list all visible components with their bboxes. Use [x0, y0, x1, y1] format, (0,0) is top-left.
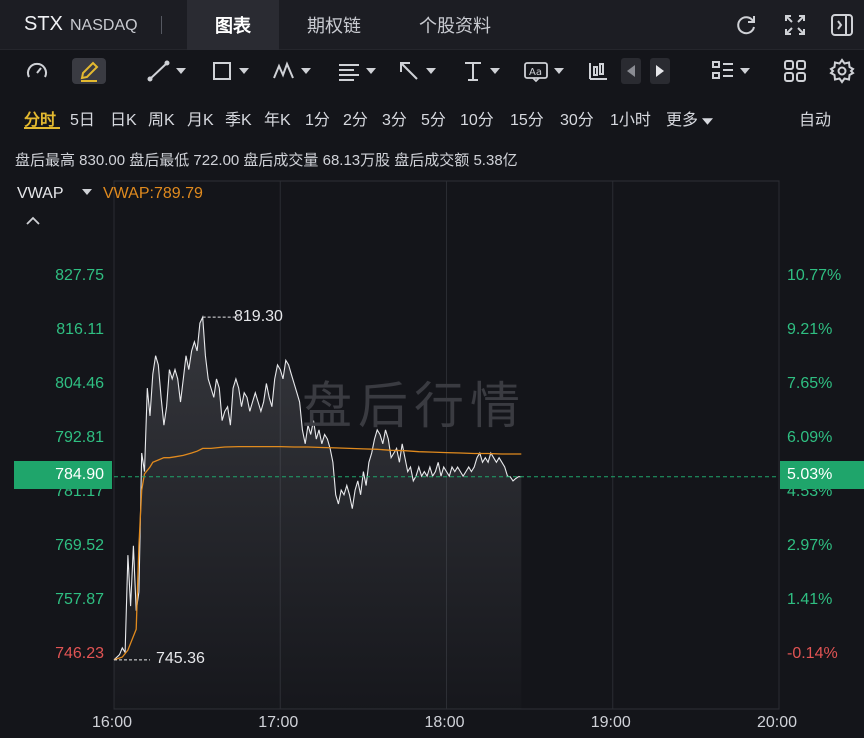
x-tick-label: 16:00 [92, 714, 133, 731]
x-tick-label: 17:00 [258, 714, 299, 731]
y-tick-label-left: 746.23 [55, 645, 104, 662]
y-tick-label-right: 7.65% [787, 375, 833, 392]
chevron-up-icon[interactable] [26, 216, 40, 226]
current-price-tag: 784.90 [14, 461, 112, 489]
x-tick-label: 20:00 [757, 714, 798, 731]
y-tick-label-left: 804.46 [55, 375, 104, 392]
vwap-value: VWAP:789.79 [103, 185, 203, 202]
current-change-tag: 5.03% [780, 461, 864, 489]
y-tick-label-left: 792.81 [55, 429, 104, 446]
y-tick-label-right: 10.77% [787, 267, 842, 284]
chevron-down-icon[interactable] [82, 189, 92, 195]
y-tick-label-left: 816.11 [56, 321, 104, 338]
y-tick-label-left: 757.87 [55, 591, 104, 608]
y-tick-label-right: 6.09% [787, 429, 833, 446]
high-annotation: 819.30 [234, 308, 283, 325]
low-annotation: 745.36 [156, 650, 205, 667]
y-tick-label-left: 769.52 [55, 537, 104, 554]
y-tick-label-right: -0.14% [787, 645, 838, 662]
x-tick-label: 18:00 [424, 714, 465, 731]
y-tick-label-right: 9.21% [787, 321, 833, 338]
y-tick-label-right: 2.97% [787, 537, 833, 554]
y-tick-label-right: 1.41% [787, 591, 833, 608]
after-hours-watermark: 盘后行情 [302, 377, 526, 435]
x-tick-label: 19:00 [590, 714, 631, 731]
indicator-name[interactable]: VWAP [17, 185, 64, 203]
y-tick-label-left: 827.75 [55, 267, 104, 284]
